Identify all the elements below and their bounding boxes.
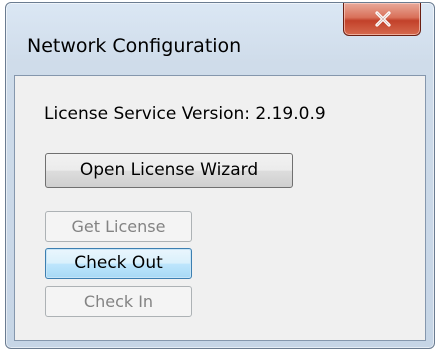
get-license-button[interactable]: Get License [45, 211, 192, 242]
close-button[interactable] [343, 3, 421, 36]
open-license-wizard-button[interactable]: Open License Wizard [45, 153, 293, 188]
check-out-button[interactable]: Check Out [45, 248, 192, 279]
license-service-version: License Service Version: 2.19.0.9 [44, 104, 326, 124]
title-bar[interactable]: Network Configuration [6, 3, 434, 75]
dialog-window: Network Configuration License Service Ve… [5, 2, 435, 349]
window-title: Network Configuration [27, 35, 242, 57]
close-icon [375, 11, 391, 27]
check-in-button[interactable]: Check In [45, 286, 192, 317]
dialog-content: License Service Version: 2.19.0.9 Open L… [14, 75, 426, 341]
